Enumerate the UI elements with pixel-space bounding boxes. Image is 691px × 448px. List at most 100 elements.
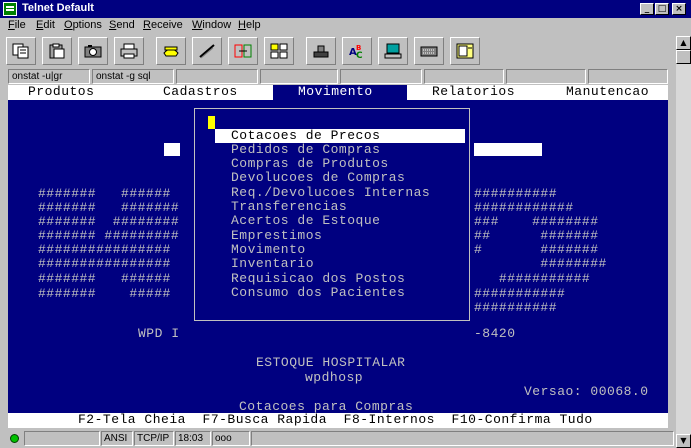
stamp-button[interactable] — [306, 37, 336, 65]
telnet-app-icon[interactable] — [3, 2, 17, 16]
menu-send[interactable]: Send — [109, 19, 135, 31]
banner-right-line: ########## — [474, 300, 558, 315]
edit-button[interactable] — [192, 37, 222, 65]
menu-window[interactable]: Window — [192, 19, 231, 31]
terminal-menu-bar: Produtos Cadastros Movimento Relatorios … — [8, 85, 668, 100]
session-tab-3[interactable] — [176, 69, 258, 84]
status-bar: ANSI TCP/IP 18:03 ooo — [0, 430, 676, 448]
banner-right-line: ########### — [474, 271, 591, 286]
dropdown-item[interactable]: Compras de Produtos — [231, 157, 389, 171]
scroll-thumb[interactable] — [676, 50, 691, 64]
banner-right-line: # ####### — [474, 242, 599, 257]
copy-icon — [12, 43, 29, 59]
terminal-menu-manutencao[interactable]: Manutencao — [566, 85, 649, 99]
banner-left-line: ####### ###### — [38, 186, 171, 201]
dropdown-item[interactable]: Inventario — [231, 257, 314, 271]
copy-button[interactable] — [6, 37, 36, 65]
banner-right-line: ######## — [474, 256, 607, 271]
print-icon — [120, 43, 138, 59]
field-block-right — [474, 143, 542, 156]
dial-button[interactable] — [156, 37, 186, 65]
pen-icon — [199, 44, 215, 59]
session-tab-4[interactable] — [260, 69, 338, 84]
window-title: Telnet Default — [22, 2, 94, 14]
session-tab-2[interactable]: onstat -g sql — [92, 69, 174, 84]
dropdown-item[interactable]: Consumo dos Pacientes — [231, 286, 405, 300]
banner-right-line: ## ####### — [474, 228, 599, 243]
banner-left-line: ####### ####### — [38, 200, 180, 215]
panel-button[interactable] — [450, 37, 480, 65]
session-tab-8[interactable] — [588, 69, 668, 84]
movimento-dropdown: Cotacoes de Precos Pedidos de Compras Co… — [194, 108, 470, 321]
session-tab-5[interactable] — [340, 69, 422, 84]
scroll-up-button[interactable]: ▲ — [676, 36, 691, 50]
scroll-down-button[interactable]: ▼ — [676, 434, 691, 448]
version-code: -8420 — [474, 326, 516, 341]
dropdown-item[interactable]: Pedidos de Compras — [231, 143, 380, 157]
svg-text:C: C — [356, 51, 363, 59]
terminal-menu-movimento[interactable]: Movimento — [298, 85, 373, 99]
minimize-button[interactable]: _ — [640, 3, 654, 15]
keyboard-button[interactable] — [414, 37, 444, 65]
terminal-type: ANSI — [101, 431, 133, 446]
print-button[interactable] — [114, 37, 144, 65]
dropdown-item[interactable]: Devolucoes de Compras — [231, 171, 405, 185]
banner-right-line: ########### — [474, 286, 566, 301]
menu-receive[interactable]: Receive — [143, 19, 183, 31]
computer-button[interactable] — [378, 37, 408, 65]
function-key-bar: F2-Tela Cheia F7-Busca Rapida F8-Interno… — [8, 413, 668, 428]
menu-edit[interactable]: Edit — [36, 19, 55, 31]
dropdown-item[interactable]: Emprestimos — [231, 229, 322, 243]
spellcheck-button[interactable]: ACB — [342, 37, 372, 65]
field-block-left — [164, 143, 180, 156]
system-host: wpdhosp — [305, 370, 364, 385]
menu-bar: File Edit Options Send Receive Window He… — [0, 18, 691, 34]
session-tab-7[interactable] — [506, 69, 586, 84]
session-tab-6[interactable] — [424, 69, 504, 84]
dropdown-item[interactable]: Cotacoes de Precos — [231, 129, 380, 143]
banner-left-line: ####### ######## — [38, 214, 180, 229]
transfer-icon — [234, 44, 252, 58]
banner-left-line: ################ — [38, 242, 171, 257]
dropdown-item[interactable]: Transferencias — [231, 200, 347, 214]
menu-help[interactable]: Help — [238, 19, 261, 31]
terminal-menu-relatorios[interactable]: Relatorios — [432, 85, 515, 99]
menu-options[interactable]: Options — [64, 19, 102, 31]
dropdown-item[interactable]: Requisicao dos Postos — [231, 272, 405, 286]
clock: 18:03 — [175, 431, 211, 446]
banner-right-line: ### ######## — [474, 214, 599, 229]
layout-button[interactable] — [264, 37, 294, 65]
panel-icon — [456, 43, 474, 59]
text-cursor — [208, 116, 215, 129]
stamp-icon — [313, 45, 329, 58]
close-button[interactable]: × — [672, 3, 686, 15]
dropdown-item[interactable]: Movimento — [231, 243, 306, 257]
banner-right-line: ############ — [474, 200, 574, 215]
terminal-screen[interactable]: Produtos Cadastros Movimento Relatorios … — [8, 85, 668, 428]
banner-left-line: ####### ##### — [38, 286, 171, 301]
protocol: TCP/IP — [134, 431, 174, 446]
wpd-label: WPD I — [138, 326, 180, 341]
paste-button[interactable] — [42, 37, 72, 65]
function-keys: F2-Tela Cheia F7-Busca Rapida F8-Interno… — [78, 412, 593, 427]
session-tab-1[interactable]: onstat -u|gr — [8, 69, 90, 84]
keyboard-icon — [420, 46, 438, 57]
dropdown-item[interactable]: Acertos de Estoque — [231, 214, 380, 228]
paste-icon — [49, 43, 65, 59]
status-panel-message — [251, 431, 674, 446]
computer-icon — [384, 43, 402, 59]
terminal-menu-produtos[interactable]: Produtos — [28, 85, 94, 99]
toolbar: ACB — [0, 36, 676, 66]
vertical-scrollbar[interactable]: ▲ ▼ — [676, 36, 691, 448]
banner-left-line: ################ — [38, 256, 171, 271]
dropdown-item[interactable]: Req./Devolucoes Internas — [231, 186, 430, 200]
transfer-button[interactable] — [228, 37, 258, 65]
banner-right-line: ########## — [474, 186, 558, 201]
maximize-button[interactable]: □ — [655, 3, 669, 15]
camera-icon — [84, 45, 102, 58]
capture-button[interactable] — [78, 37, 108, 65]
terminal-menu-cadastros[interactable]: Cadastros — [163, 85, 238, 99]
menu-file[interactable]: File — [8, 19, 26, 31]
phone-icon — [163, 46, 179, 57]
layout-icon — [270, 43, 288, 59]
